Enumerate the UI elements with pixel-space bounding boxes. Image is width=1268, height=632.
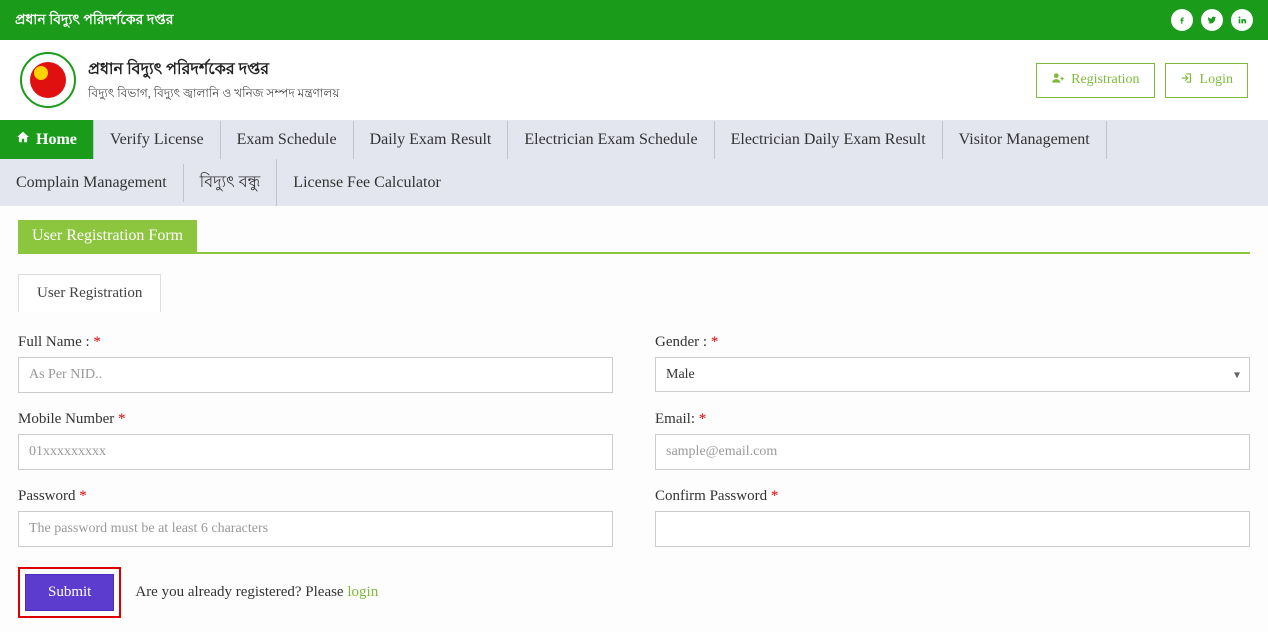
- main-nav: Home Verify License Exam Schedule Daily …: [0, 120, 1268, 206]
- nav-electrician-exam-schedule[interactable]: Electrician Exam Schedule: [508, 121, 714, 159]
- nav-bidyut-bondhu[interactable]: বিদ্যুৎ বন্ধু: [184, 159, 278, 206]
- nav-license-fee-calculator[interactable]: License Fee Calculator: [277, 164, 457, 202]
- nav-exam-schedule[interactable]: Exam Schedule: [221, 121, 354, 159]
- facebook-icon[interactable]: [1171, 9, 1193, 31]
- password-input[interactable]: [18, 511, 613, 547]
- form-footer: Submit Are you already registered? Pleas…: [18, 567, 1250, 618]
- full-name-label: Full Name : *: [18, 334, 613, 351]
- home-icon: [16, 130, 30, 149]
- submit-button[interactable]: Submit: [25, 574, 114, 611]
- confirm-password-input[interactable]: [655, 511, 1250, 547]
- linkedin-icon[interactable]: [1231, 9, 1253, 31]
- header-title: প্রধান বিদ্যুৎ পরিদর্শকের দপ্তর: [88, 56, 339, 83]
- nav-electrician-daily-exam-result[interactable]: Electrician Daily Exam Result: [715, 121, 943, 159]
- nav-label: Daily Exam Result: [370, 131, 492, 149]
- section-title: User Registration Form: [18, 220, 197, 252]
- registration-button[interactable]: Registration: [1036, 63, 1154, 98]
- nav-verify-license[interactable]: Verify License: [94, 121, 221, 159]
- registration-form: Full Name : * Gender : * Male Mobile Num…: [18, 312, 1250, 547]
- field-mobile: Mobile Number *: [18, 411, 613, 470]
- mobile-label: Mobile Number *: [18, 411, 613, 428]
- nav-label: Visitor Management: [959, 131, 1090, 149]
- nav-label: License Fee Calculator: [293, 174, 441, 192]
- top-bar-title: প্রধান বিদ্যুৎ পরিদর্শকের দপ্তর: [15, 8, 173, 32]
- password-label: Password *: [18, 488, 613, 505]
- login-hint: Are you already registered? Please login: [135, 584, 378, 601]
- field-password: Password *: [18, 488, 613, 547]
- nav-complain-management[interactable]: Complain Management: [0, 164, 184, 202]
- mobile-input[interactable]: [18, 434, 613, 470]
- nav-label: বিদ্যুৎ বন্ধু: [200, 169, 261, 196]
- field-full-name: Full Name : *: [18, 334, 613, 393]
- nav-label: Electrician Exam Schedule: [524, 131, 697, 149]
- login-link[interactable]: login: [347, 584, 378, 600]
- email-input[interactable]: [655, 434, 1250, 470]
- gender-select[interactable]: Male: [655, 357, 1250, 392]
- section-title-wrap: User Registration Form: [18, 220, 1250, 254]
- field-confirm-password: Confirm Password *: [655, 488, 1250, 547]
- email-label: Email: *: [655, 411, 1250, 428]
- nav-label: Exam Schedule: [237, 131, 337, 149]
- confirm-password-label: Confirm Password *: [655, 488, 1250, 505]
- header-right: Registration Login: [1036, 63, 1248, 98]
- header-text: প্রধান বিদ্যুৎ পরিদর্শকের দপ্তর বিদ্যুৎ …: [88, 56, 339, 105]
- nav-daily-exam-result[interactable]: Daily Exam Result: [354, 121, 509, 159]
- nav-label: Home: [36, 131, 77, 149]
- top-bar: প্রধান বিদ্যুৎ পরিদর্শকের দপ্তর: [0, 0, 1268, 40]
- tabs: User Registration: [18, 274, 1250, 312]
- gender-label: Gender : *: [655, 334, 1250, 351]
- nav-label: Electrician Daily Exam Result: [731, 131, 926, 149]
- login-label: Login: [1200, 72, 1233, 88]
- login-button[interactable]: Login: [1165, 63, 1248, 98]
- full-name-input[interactable]: [18, 357, 613, 393]
- field-gender: Gender : * Male: [655, 334, 1250, 393]
- user-plus-icon: [1051, 71, 1065, 90]
- nav-home[interactable]: Home: [0, 120, 94, 159]
- site-logo: [20, 52, 76, 108]
- nav-visitor-management[interactable]: Visitor Management: [943, 121, 1107, 159]
- header-subtitle: বিদ্যুৎ বিভাগ, বিদ্যুৎ জ্বালানি ও খনিজ স…: [88, 85, 339, 105]
- nav-label: Complain Management: [16, 174, 167, 192]
- submit-highlight: Submit: [18, 567, 121, 618]
- nav-label: Verify License: [110, 131, 204, 149]
- signin-icon: [1180, 71, 1194, 90]
- header: প্রধান বিদ্যুৎ পরিদর্শকের দপ্তর বিদ্যুৎ …: [0, 40, 1268, 120]
- header-left: প্রধান বিদ্যুৎ পরিদর্শকের দপ্তর বিদ্যুৎ …: [20, 52, 339, 108]
- social-icons: [1171, 9, 1253, 31]
- twitter-icon[interactable]: [1201, 9, 1223, 31]
- registration-label: Registration: [1071, 72, 1139, 88]
- tab-user-registration[interactable]: User Registration: [18, 274, 161, 312]
- field-email: Email: *: [655, 411, 1250, 470]
- content: User Registration Form User Registration…: [0, 206, 1268, 632]
